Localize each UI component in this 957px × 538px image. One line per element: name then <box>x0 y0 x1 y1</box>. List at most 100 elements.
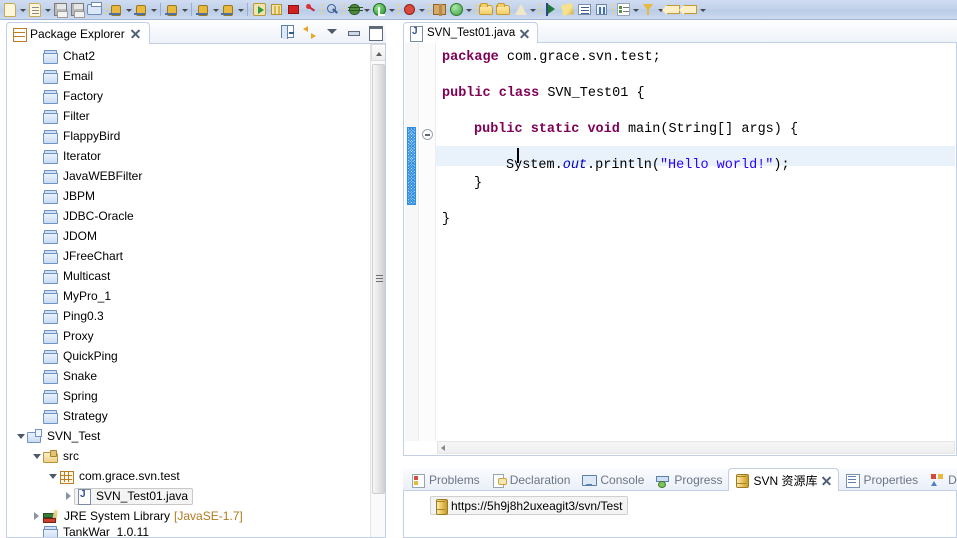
debug-icon[interactable] <box>108 1 125 18</box>
dropdown-arrow-icon[interactable] <box>388 1 396 18</box>
tree-row[interactable]: SVN_Test <box>7 426 369 446</box>
run-history-icon[interactable] <box>220 1 237 18</box>
dropdown-arrow-icon[interactable] <box>212 1 220 18</box>
editor-horizontal-scrollbar[interactable] <box>437 441 955 454</box>
dropdown-arrow-icon[interactable] <box>465 1 473 18</box>
tree-row[interactable]: Iterator <box>7 146 369 166</box>
bottom-tab-declaration[interactable]: Declaration <box>486 468 577 491</box>
terminate-icon[interactable] <box>285 1 302 18</box>
bars-icon[interactable] <box>593 1 610 18</box>
tree-row[interactable]: JFreeChart <box>7 246 369 266</box>
tag2-icon[interactable] <box>679 1 699 18</box>
minimize-icon[interactable] <box>347 26 360 37</box>
disconnect-icon[interactable] <box>302 1 319 18</box>
outline-icon[interactable] <box>576 1 593 18</box>
debug-perspective-icon[interactable] <box>346 1 363 18</box>
tree-row[interactable]: Proxy <box>7 326 369 346</box>
tree-row[interactable]: Email <box>7 66 369 86</box>
scroll-up-icon[interactable] <box>371 44 385 61</box>
tree-row[interactable]: SVN_Test01.java <box>7 486 369 506</box>
project-tree[interactable]: Chat2 Email Factory Filter FlappyBird Iterato… <box>7 44 369 537</box>
close-icon[interactable] <box>821 475 832 486</box>
dropdown-arrow-icon[interactable] <box>237 1 245 18</box>
tree-row[interactable]: TankWar_1.0.11 <box>7 525 369 537</box>
bottom-tab-progress[interactable]: Progress <box>650 468 728 491</box>
scrollbar-thumb[interactable] <box>372 64 385 494</box>
tree-vertical-scrollbar[interactable] <box>370 44 385 537</box>
step-into-icon[interactable] <box>164 1 181 18</box>
dropdown-arrow-icon[interactable] <box>418 1 426 18</box>
doclist-icon[interactable] <box>615 1 632 18</box>
chevron-right-icon[interactable] <box>63 491 74 502</box>
bottom-tab-problems[interactable]: Problems <box>405 468 486 491</box>
dropdown-arrow-icon[interactable] <box>125 1 133 18</box>
chevron-down-icon[interactable] <box>31 451 42 462</box>
dropdown-arrow-icon[interactable] <box>150 1 158 18</box>
package-icon[interactable] <box>431 1 448 18</box>
tree-row[interactable]: JDBC-Oracle <box>7 206 369 226</box>
dropdown-arrow-icon[interactable] <box>44 1 52 18</box>
tree-row[interactable]: Multicast <box>7 266 369 286</box>
save-all-icon[interactable] <box>69 1 86 18</box>
maximize-icon[interactable] <box>369 25 383 41</box>
collapse-all-icon[interactable] <box>281 25 294 39</box>
tree-row[interactable]: Factory <box>7 86 369 106</box>
bottom-tab-det[interactable]: Det <box>924 468 957 491</box>
bottom-tab-svn[interactable]: SVN 资源库 <box>728 468 840 491</box>
dropdown-arrow-icon[interactable] <box>699 1 707 18</box>
tab-svn-test01-java[interactable]: SVN_Test01.java <box>403 22 539 43</box>
tree-row[interactable]: Ping0.3 <box>7 306 369 326</box>
tree-row[interactable]: com.grace.svn.test <box>7 466 369 486</box>
new-wizard-icon[interactable] <box>2 1 19 18</box>
run-icon[interactable] <box>251 1 268 18</box>
fold-collapse-icon[interactable] <box>422 129 433 140</box>
tree-row[interactable]: JDOM <box>7 226 369 246</box>
folding-ruler[interactable] <box>420 43 436 441</box>
bottom-tab-properties[interactable]: Properties <box>839 468 924 491</box>
dropdown-arrow-icon[interactable] <box>363 1 371 18</box>
pen-icon[interactable] <box>559 1 576 18</box>
close-icon[interactable] <box>519 28 530 39</box>
bottom-tab-console[interactable]: Console <box>576 468 650 491</box>
cone-icon[interactable] <box>512 1 529 18</box>
tree-row[interactable]: Spring <box>7 386 369 406</box>
tab-package-explorer[interactable]: Package Explorer <box>6 22 150 44</box>
tree-row[interactable]: JRE System Library [JavaSE-1.7] <box>7 506 369 526</box>
tree-row[interactable]: Chat2 <box>7 46 369 66</box>
tree-row[interactable]: JBPM <box>7 186 369 206</box>
chevron-down-icon[interactable] <box>327 26 338 37</box>
close-icon[interactable] <box>130 28 141 39</box>
tree-row[interactable]: Strategy <box>7 406 369 426</box>
save-icon[interactable] <box>52 1 69 18</box>
tree-row[interactable]: src <box>7 446 369 466</box>
annotation-ruler[interactable] <box>405 43 419 441</box>
filter-icon[interactable] <box>640 1 657 18</box>
tree-row[interactable]: QuickPing <box>7 346 369 366</box>
flag-icon[interactable] <box>542 1 559 18</box>
chevron-down-icon[interactable] <box>47 471 58 482</box>
tree-row[interactable]: Snake <box>7 366 369 386</box>
dropdown-arrow-icon[interactable] <box>632 1 640 18</box>
run-debug-icon[interactable] <box>195 1 212 18</box>
tree-row[interactable]: Filter <box>7 106 369 126</box>
tree-row[interactable]: FlappyBird <box>7 126 369 146</box>
search-icon[interactable] <box>324 1 341 18</box>
dropdown-arrow-icon[interactable] <box>19 1 27 18</box>
chevron-right-icon[interactable] <box>31 511 42 522</box>
dropdown-arrow-icon[interactable] <box>181 1 189 18</box>
link-with-editor-icon[interactable] <box>303 25 318 39</box>
print-icon[interactable] <box>86 1 103 18</box>
sync-icon[interactable] <box>448 1 465 18</box>
new-java-class-icon[interactable] <box>27 1 44 18</box>
dropdown-arrow-icon[interactable] <box>529 1 537 18</box>
tree-row[interactable]: MyPro_1 <box>7 286 369 306</box>
debug-last-icon[interactable] <box>133 1 150 18</box>
pause-icon[interactable] <box>268 1 285 18</box>
tree-row[interactable]: JavaWEBFilter <box>7 166 369 186</box>
open-folder2-icon[interactable] <box>495 1 512 18</box>
open-folder-icon[interactable] <box>478 1 495 18</box>
chevron-down-icon[interactable] <box>15 431 26 442</box>
run-as-icon[interactable] <box>371 1 388 18</box>
svn-repository-node[interactable]: https://5h9j8h2uxeagit3/svn/Test <box>430 496 629 515</box>
profile-icon[interactable] <box>401 1 418 18</box>
